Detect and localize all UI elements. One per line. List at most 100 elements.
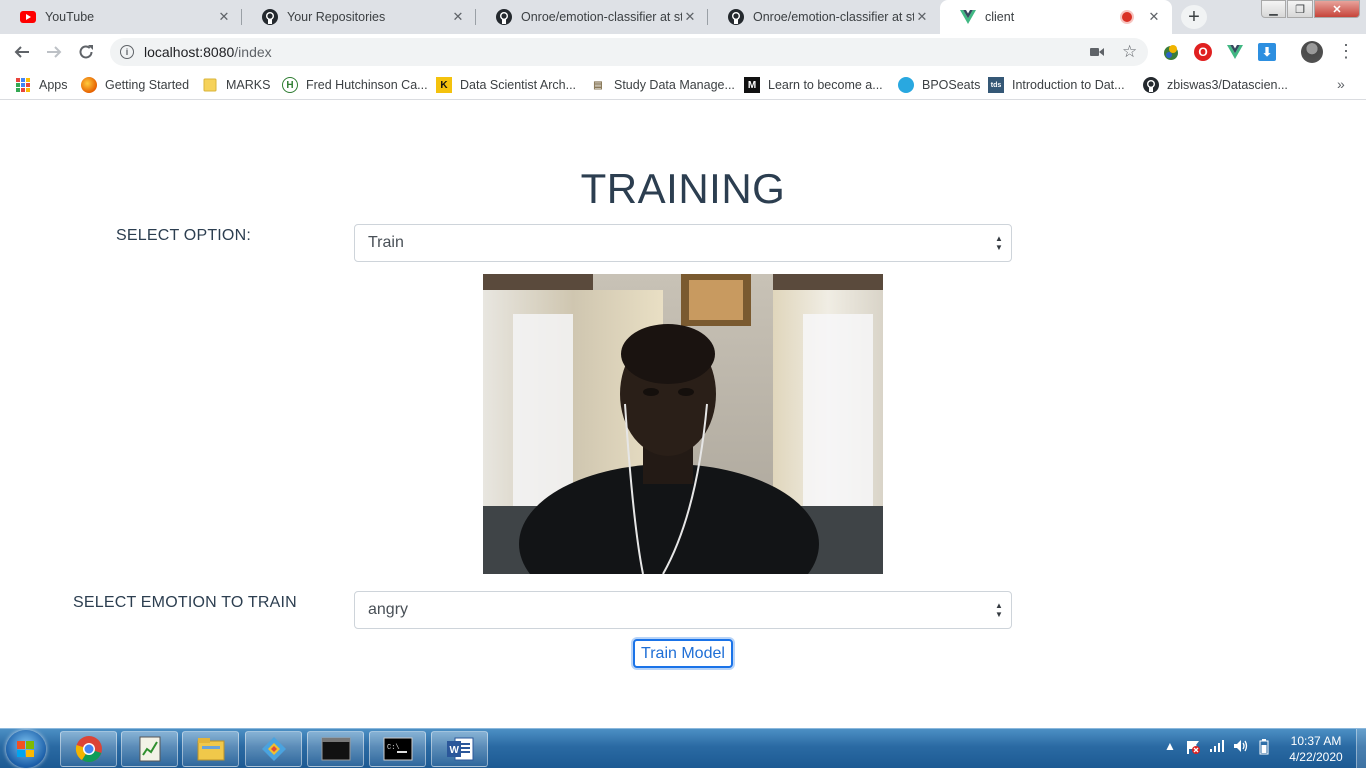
browser-tab-strip: YouTube ✕ Your Repositories ✕ Onroe/emot… (0, 0, 1366, 34)
clock-date: 4/22/2020 (1289, 750, 1343, 764)
bookmark-star-icon[interactable]: ☆ (1122, 42, 1137, 62)
study-icon: ▤ (593, 79, 603, 91)
select-arrows-icon: ▲ ▼ (995, 234, 1003, 252)
page-content: TRAINING SELECT OPTION: Train ▲ ▼ SELECT… (0, 101, 1366, 728)
bookmarks-overflow-button[interactable]: » (1337, 76, 1345, 92)
vue-icon (960, 9, 976, 25)
taskbar-notepad-chart[interactable] (121, 731, 178, 767)
tab-title: YouTube (45, 10, 95, 24)
info-icon[interactable]: i (120, 45, 134, 59)
select-option-dropdown[interactable]: Train ▲ ▼ (354, 224, 1012, 262)
extension-vue-devtools-icon[interactable] (1226, 43, 1244, 61)
tray-overflow-arrow-icon[interactable]: ▲ (1164, 739, 1176, 753)
profile-avatar[interactable] (1301, 41, 1323, 63)
close-icon[interactable]: ✕ (216, 9, 232, 25)
volume-icon[interactable] (1233, 739, 1249, 756)
bookmark-study-data[interactable]: ▤ Study Data Manage... (590, 76, 735, 94)
webcam-frame-image (483, 274, 883, 574)
medium-icon: M (744, 77, 760, 93)
extension-globe-icon[interactable] (1162, 43, 1180, 61)
chrome-icon (75, 736, 102, 763)
taskbar-chrome[interactable] (60, 731, 117, 767)
network-signal-icon[interactable] (1209, 739, 1225, 756)
extension-opera-icon[interactable]: O (1194, 43, 1212, 61)
bookmarks-bar: Apps Getting Started MARKS H Fred Hutchi… (0, 70, 1366, 100)
page-title: TRAINING (580, 165, 786, 212)
taskbar-command-prompt-1[interactable] (307, 731, 364, 767)
bookmark-bposeats[interactable]: BPOSeats (898, 76, 980, 94)
taskbar-file-explorer[interactable] (182, 731, 239, 767)
tab-youtube[interactable]: YouTube ✕ (0, 0, 242, 34)
train-model-button[interactable]: Train Model (633, 639, 733, 668)
tab-client[interactable]: client ✕ (940, 0, 1172, 34)
extension-download-icon[interactable]: ⬇ (1258, 43, 1276, 61)
word-icon: W (446, 737, 473, 761)
forward-button[interactable] (42, 40, 66, 64)
select-emotion-dropdown[interactable]: angry ▲ ▼ (354, 591, 1012, 629)
tds-icon: tds (988, 77, 1004, 93)
k-logo-icon: K (436, 77, 452, 93)
svg-text:W: W (449, 745, 459, 756)
github-icon (262, 9, 278, 25)
svg-text:C:\: C:\ (387, 744, 400, 752)
bookmark-label: Fred Hutchinson Ca... (306, 78, 428, 92)
close-icon[interactable]: ✕ (450, 9, 466, 25)
select-option-label: SELECT OPTION: (116, 227, 251, 244)
battery-icon[interactable] (1259, 739, 1269, 758)
bookmark-marks[interactable]: MARKS (202, 76, 270, 94)
tab-emotion-classifier-1[interactable]: Onroe/emotion-classifier at step ✕ (476, 0, 708, 34)
back-button[interactable] (10, 40, 34, 64)
github-icon (728, 9, 744, 25)
taskbar-git[interactable] (245, 731, 302, 767)
new-tab-button[interactable]: + (1181, 5, 1207, 29)
bposeats-icon (898, 77, 914, 93)
action-center-flag-icon[interactable] (1185, 739, 1201, 758)
fred-hutch-icon: H (282, 77, 298, 93)
bookmark-fred-hutchinson[interactable]: H Fred Hutchinson Ca... (282, 76, 428, 94)
bookmark-introduction[interactable]: tds Introduction to Dat... (988, 76, 1125, 94)
arrow-right-icon (47, 46, 62, 58)
window-close-button[interactable]: ✕ (1314, 0, 1360, 18)
menu-kebab-icon[interactable]: ⋮ (1337, 41, 1355, 62)
tab-emotion-classifier-2[interactable]: Onroe/emotion-classifier at step ✕ (708, 0, 940, 34)
bookmark-learn-to-become[interactable]: M Learn to become a... (744, 76, 883, 94)
bookmark-zbiswas3[interactable]: zbiswas3/Datascien... (1143, 76, 1288, 94)
tab-title: client (985, 10, 1015, 24)
close-icon[interactable]: ✕ (914, 9, 930, 25)
bookmark-data-scientist[interactable]: K Data Scientist Arch... (436, 76, 576, 94)
reload-button[interactable] (74, 40, 98, 64)
minimize-button[interactable]: ▁ (1261, 0, 1286, 18)
taskbar-word[interactable]: W (431, 731, 488, 767)
recording-indicator-icon (1122, 12, 1132, 22)
clock-time: 10:37 AM (1290, 734, 1342, 748)
folder-icon (202, 77, 218, 93)
tab-your-repositories[interactable]: Your Repositories ✕ (242, 0, 476, 34)
github-icon (496, 9, 512, 25)
firefox-icon (81, 77, 97, 93)
notepad-chart-icon (139, 736, 160, 762)
youtube-icon (20, 9, 36, 25)
address-bar[interactable]: i localhost:8080/index ☆ (110, 38, 1148, 66)
select-option-value: Train (368, 234, 404, 251)
show-desktop-button[interactable] (1356, 729, 1366, 769)
bookmark-label: Data Scientist Arch... (460, 78, 577, 92)
windows-logo-icon (17, 741, 35, 757)
close-icon[interactable]: ✕ (682, 9, 698, 25)
taskbar-command-prompt-2[interactable]: C:\ (369, 731, 426, 767)
bookmark-getting-started[interactable]: Getting Started (81, 76, 189, 94)
start-button[interactable] (6, 730, 46, 768)
reload-icon (79, 45, 93, 59)
maximize-button[interactable]: ❐ (1287, 0, 1313, 18)
github-icon (1143, 77, 1159, 93)
system-clock[interactable]: 10:37 AM 4/22/2020 (1283, 733, 1349, 765)
bookmark-label: MARKS (226, 78, 271, 92)
bookmark-apps[interactable]: Apps (15, 76, 68, 94)
close-icon[interactable]: ✕ (1146, 9, 1162, 25)
bookmark-label: Getting Started (105, 78, 190, 92)
browser-toolbar: i localhost:8080/index ☆ O ⬇ ⋮ (0, 34, 1366, 70)
arrow-left-icon (14, 46, 29, 58)
address-url: localhost:8080/index (144, 44, 272, 60)
camera-in-use-icon[interactable] (1090, 45, 1104, 62)
select-emotion-value: angry (368, 601, 409, 618)
windows-taskbar: C:\ W ▲ 10:37 AM 4/22/2020 (0, 728, 1366, 769)
